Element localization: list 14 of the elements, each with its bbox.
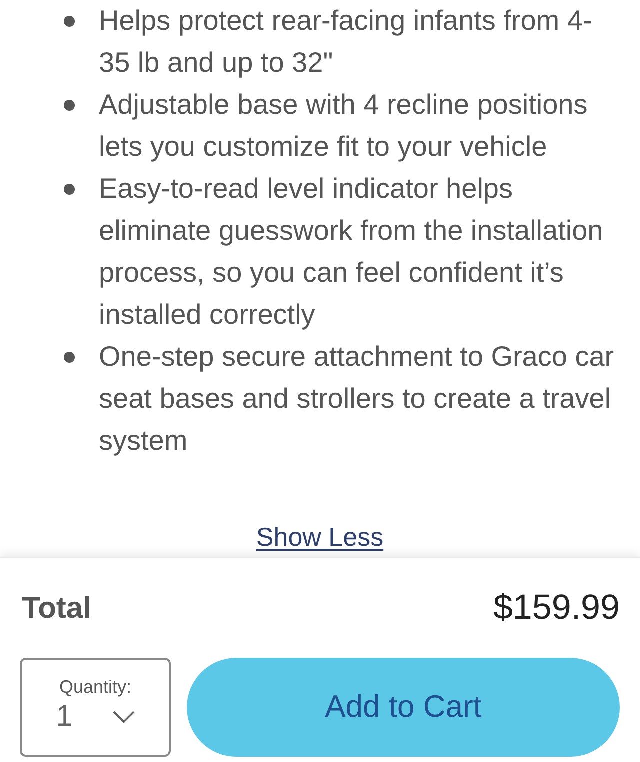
total-label: Total xyxy=(21,590,92,626)
bullet-icon xyxy=(64,16,75,27)
feature-text: Adjustable base with 4 recline positions lets you customize fit to your vehicle xyxy=(99,88,589,164)
bullet-icon xyxy=(64,352,75,363)
bullet-icon xyxy=(64,100,75,111)
chevron-down-icon xyxy=(112,710,135,722)
total-price: $159.99 xyxy=(493,586,620,629)
feature-text: One-step secure attachment to Graco car seat bases and strollers to create a travel system xyxy=(99,340,616,458)
bullet-icon xyxy=(64,184,75,195)
quantity-select[interactable]: Quantity: 1 xyxy=(20,658,171,757)
feature-text: Easy-to-read level indicator helps eliminate guesswork from the installation process, so you can feel confident it’s installed correctly xyxy=(99,172,604,332)
show-less-link[interactable]: Show Less xyxy=(256,521,384,553)
feature-text: Helps protect rear-facing infants from 4-35 lb and up to 32" xyxy=(99,4,594,80)
add-to-cart-button[interactable]: Add to Cart xyxy=(187,658,620,757)
